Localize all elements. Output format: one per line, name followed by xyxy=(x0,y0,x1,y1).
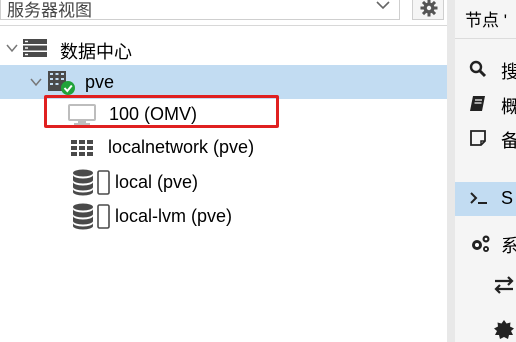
collapse-chevron-icon[interactable] xyxy=(30,77,42,87)
tree-item-local-lvm[interactable]: local-lvm (pve) xyxy=(0,199,447,233)
nav-item-search[interactable]: 搜 xyxy=(455,52,516,86)
tree-item-label: local (pve) xyxy=(115,172,199,192)
nav-item-summary[interactable]: 概 xyxy=(455,87,516,121)
sdn-network-icon xyxy=(71,140,93,156)
chevron-down-icon xyxy=(376,1,390,10)
node-online-icon xyxy=(48,71,75,95)
tree-item-label: local-lvm (pve) xyxy=(115,206,233,226)
shell-icon xyxy=(470,192,487,204)
divider xyxy=(0,25,447,26)
book-icon xyxy=(470,96,485,111)
nav-item-label: 概 xyxy=(501,97,516,117)
storage-icon xyxy=(73,169,110,196)
resource-tree-panel: 服务器视图 数据中心 pve 100 (OMV) localnetwork (p… xyxy=(0,0,447,342)
gear-icon xyxy=(420,0,438,17)
tree-item-datacenter[interactable]: 数据中心 xyxy=(0,31,447,65)
tree-item-pve[interactable]: pve xyxy=(0,65,447,99)
tree-item-local[interactable]: local (pve) xyxy=(0,165,447,199)
storage-icon xyxy=(73,203,110,230)
search-icon xyxy=(469,60,487,78)
collapse-chevron-icon[interactable] xyxy=(6,43,18,53)
view-selector-label: 服务器视图 xyxy=(7,1,92,20)
node-title: 节点 ' xyxy=(465,11,507,30)
datacenter-icon xyxy=(23,39,47,57)
panel-splitter[interactable] xyxy=(447,0,455,342)
nav-item-label: S xyxy=(501,188,514,208)
notes-icon xyxy=(470,130,486,146)
divider xyxy=(455,38,516,39)
nav-item-network[interactable] xyxy=(455,268,516,302)
nav-item-shell[interactable]: S xyxy=(455,182,516,216)
exchange-icon xyxy=(494,276,514,294)
highlight-annotation xyxy=(44,95,279,128)
nav-item-label: 备 xyxy=(501,131,516,151)
certificate-icon xyxy=(494,320,514,339)
tree-item-label: localnetwork (pve) xyxy=(108,137,255,157)
node-nav-panel: 节点 ' 搜 概 备 S 系 xyxy=(455,0,516,342)
tree-item-localnetwork[interactable]: localnetwork (pve) xyxy=(0,130,447,164)
nav-item-label: 系 xyxy=(501,236,516,256)
nav-item-certificates[interactable] xyxy=(455,309,516,342)
settings-button[interactable] xyxy=(412,0,444,20)
tree-item-label: pve xyxy=(85,72,115,92)
view-selector[interactable]: 服务器视图 xyxy=(0,0,400,20)
nav-item-label: 搜 xyxy=(501,62,516,82)
cogs-icon xyxy=(472,235,490,252)
nav-item-system[interactable]: 系 xyxy=(455,226,516,260)
tree-item-label: 数据中心 xyxy=(60,42,132,62)
nav-item-notes[interactable]: 备 xyxy=(455,121,516,155)
